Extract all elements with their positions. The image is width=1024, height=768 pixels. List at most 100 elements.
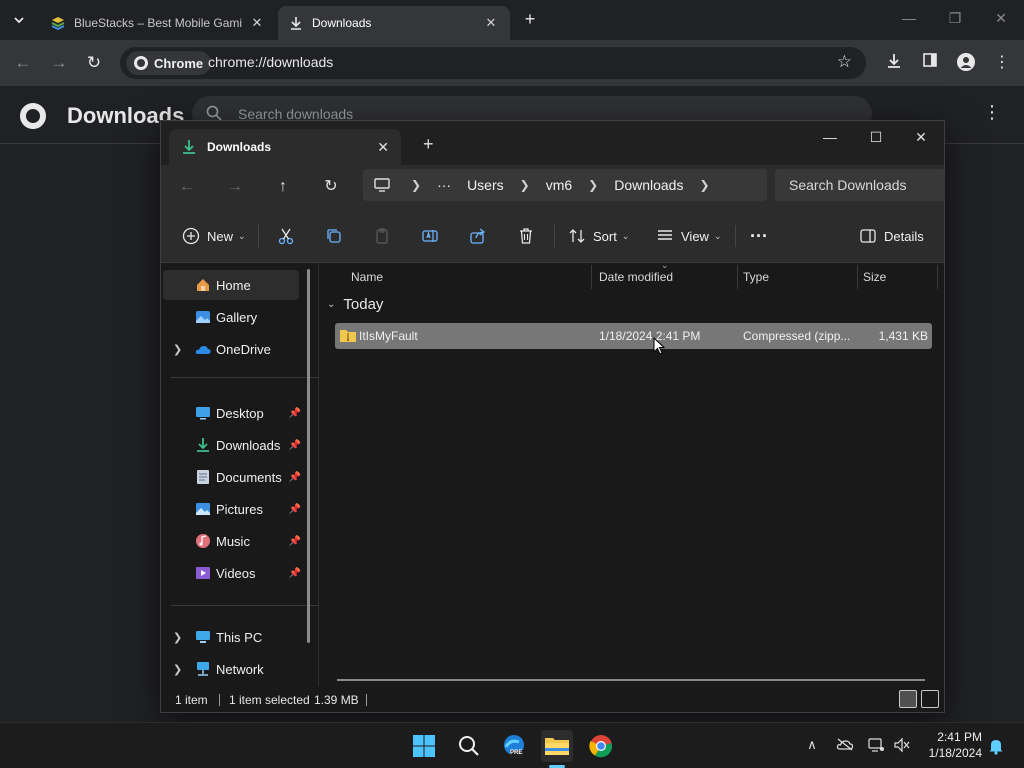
paste-button[interactable]: [372, 224, 392, 248]
expand-chevron-icon[interactable]: ❯: [173, 631, 182, 644]
onedrive-offline-icon[interactable]: [836, 737, 854, 755]
close-tab-icon[interactable]: ✕: [377, 139, 389, 156]
view-list-icon: [655, 226, 675, 246]
url-text[interactable]: chrome://downloads: [208, 54, 333, 70]
network-status-icon[interactable]: [867, 737, 885, 755]
column-divider[interactable]: [937, 265, 938, 289]
breadcrumb-chevron-icon[interactable]: ❯: [411, 178, 421, 192]
nav-item-gallery[interactable]: Gallery: [163, 302, 299, 332]
taskbar-chrome[interactable]: [585, 730, 617, 762]
column-divider[interactable]: [857, 265, 858, 289]
sort-button[interactable]: Sort ⌄: [567, 224, 629, 248]
pin-icon[interactable]: 📌: [289, 440, 301, 451]
restore-icon[interactable]: ❐: [944, 10, 966, 30]
system-clock[interactable]: 2:41 PM 1/18/2024: [922, 729, 982, 761]
file-row[interactable]: ItIsMyFault 1/18/2024 2:41 PM Compressed…: [335, 323, 932, 349]
close-tab-icon[interactable]: ✕: [482, 15, 500, 31]
volume-muted-icon[interactable]: [893, 737, 911, 755]
back-button[interactable]: ←: [12, 52, 34, 74]
rename-button[interactable]: [420, 224, 440, 248]
downloads-menu-icon[interactable]: ⋮: [983, 102, 1001, 123]
maximize-icon[interactable]: ☐: [861, 129, 891, 149]
new-tab-button[interactable]: +: [520, 10, 540, 30]
close-tab-icon[interactable]: ✕: [248, 15, 266, 31]
breadcrumb-chevron-icon[interactable]: ❯: [699, 178, 709, 192]
back-button[interactable]: ←: [176, 176, 198, 198]
close-window-icon[interactable]: ✕: [906, 129, 936, 149]
breadcrumb-chevron-icon[interactable]: ❯: [520, 178, 530, 192]
explorer-tab-downloads[interactable]: Downloads ✕: [169, 129, 401, 165]
file-list-pane: Name Date modified ⌄ Type Size ⌄ Today I…: [319, 260, 944, 686]
cut-button[interactable]: [276, 224, 296, 248]
close-window-icon[interactable]: ✕: [990, 10, 1012, 30]
share-button[interactable]: [468, 224, 488, 248]
column-header-name[interactable]: Name: [351, 263, 383, 291]
omnibox[interactable]: Chrome chrome://downloads ☆: [120, 47, 866, 79]
more-options-button[interactable]: ···: [749, 224, 769, 248]
nav-item-pictures[interactable]: Pictures 📌: [163, 494, 301, 524]
refresh-button[interactable]: ↻: [320, 176, 342, 198]
view-button[interactable]: View ⌄: [655, 224, 722, 248]
downloads-toolbar-icon[interactable]: [883, 52, 905, 74]
address-bar[interactable]: ❯ ··· Users ❯ vm6 ❯ Downloads ❯: [363, 169, 767, 201]
side-panel-icon[interactable]: [919, 52, 941, 74]
expand-chevron-icon[interactable]: ❯: [173, 343, 182, 356]
pin-icon[interactable]: 📌: [289, 568, 301, 579]
taskbar-edge-beta[interactable]: PRE: [498, 730, 530, 762]
start-button[interactable]: [408, 730, 440, 762]
minimize-icon[interactable]: —: [815, 129, 845, 149]
details-button[interactable]: Details: [858, 224, 924, 248]
breadcrumb-overflow-icon[interactable]: ···: [437, 177, 451, 193]
bookmark-star-icon[interactable]: ☆: [837, 52, 852, 72]
copy-button[interactable]: [324, 224, 344, 248]
breadcrumb-vm6[interactable]: vm6: [546, 177, 572, 193]
horizontal-scrollbar[interactable]: [337, 679, 925, 681]
column-header-type[interactable]: Type: [743, 263, 769, 291]
nav-item-onedrive[interactable]: ❯ OneDrive: [163, 334, 299, 364]
up-button[interactable]: ↑: [272, 176, 294, 198]
show-hidden-icons-button[interactable]: ∧: [803, 737, 821, 755]
tab-bluestacks[interactable]: BlueStacks – Best Mobile Gaming Platform…: [40, 6, 276, 40]
nav-item-home[interactable]: Home: [163, 270, 299, 300]
forward-button[interactable]: →: [48, 52, 70, 74]
explorer-new-tab-button[interactable]: +: [423, 134, 434, 155]
column-header-size[interactable]: Size: [863, 263, 886, 291]
expand-chevron-icon[interactable]: ❯: [173, 663, 182, 676]
pin-icon[interactable]: 📌: [289, 472, 301, 483]
details-view-icon[interactable]: [899, 690, 917, 708]
breadcrumb-users[interactable]: Users: [467, 177, 504, 193]
reload-button[interactable]: ↻: [83, 52, 105, 74]
column-divider[interactable]: [591, 265, 592, 289]
breadcrumb-chevron-icon[interactable]: ❯: [588, 178, 598, 192]
nav-item-network[interactable]: ❯ Network: [163, 654, 299, 684]
details-pane-icon: [858, 226, 878, 246]
forward-button[interactable]: →: [224, 176, 246, 198]
breadcrumb-downloads[interactable]: Downloads: [614, 177, 683, 193]
nav-item-desktop[interactable]: Desktop 📌: [163, 398, 301, 428]
nav-item-music[interactable]: Music 📌: [163, 526, 301, 556]
collapse-chevron-icon[interactable]: ⌄: [327, 299, 335, 310]
notification-bell-icon[interactable]: [987, 737, 1005, 755]
tab-search-button[interactable]: [6, 8, 32, 32]
nav-item-downloads[interactable]: Downloads 📌: [163, 430, 301, 460]
nav-item-videos[interactable]: Videos 📌: [163, 558, 301, 588]
new-button[interactable]: New ⌄: [181, 224, 246, 248]
taskbar-file-explorer[interactable]: [541, 730, 573, 762]
nav-item-documents[interactable]: Documents 📌: [163, 462, 301, 492]
tiles-view-icon[interactable]: [921, 690, 939, 708]
explorer-search-input[interactable]: Search Downloads: [775, 169, 945, 201]
group-header-today[interactable]: ⌄ Today: [327, 296, 383, 313]
column-divider[interactable]: [737, 265, 738, 289]
nav-item-this-pc[interactable]: ❯ This PC: [163, 622, 299, 652]
delete-button[interactable]: [516, 224, 536, 248]
taskbar-search-button[interactable]: [453, 730, 485, 762]
pin-icon[interactable]: 📌: [289, 408, 301, 419]
minimize-icon[interactable]: —: [898, 10, 920, 30]
nav-scrollbar[interactable]: [307, 269, 310, 643]
tab-downloads[interactable]: Downloads ✕: [278, 6, 510, 40]
pin-icon[interactable]: 📌: [289, 536, 301, 547]
menu-kebab-icon[interactable]: ⋮: [991, 52, 1013, 74]
site-chip[interactable]: Chrome: [126, 51, 212, 75]
profile-icon[interactable]: [955, 52, 977, 74]
pin-icon[interactable]: 📌: [289, 504, 301, 515]
